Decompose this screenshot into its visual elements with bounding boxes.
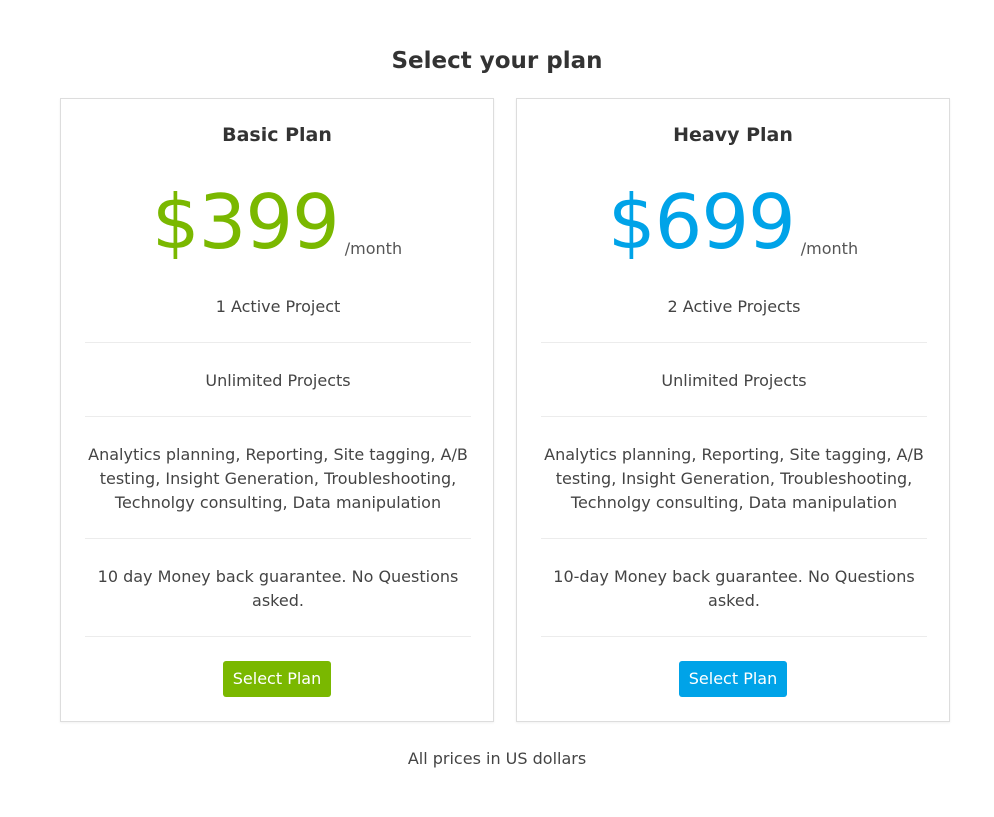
plan-price: $699: [607, 178, 796, 266]
select-heavy-plan-button[interactable]: Select Plan: [679, 661, 787, 697]
price-row: $699 /month: [517, 177, 949, 267]
divider: [85, 342, 471, 343]
plan-name: Heavy Plan: [673, 124, 793, 146]
feature-guarantee: 10-day Money back guarantee. No Question…: [553, 567, 915, 610]
plan-card-heavy: Heavy Plan $699 /month 2 Active Projects…: [516, 98, 950, 722]
feature-active-projects: 2 Active Projects: [667, 297, 801, 316]
feature-guarantee: 10 day Money back guarantee. No Question…: [97, 567, 459, 610]
feature-active-projects: 1 Active Project: [215, 297, 341, 316]
divider: [85, 636, 471, 637]
divider: [541, 538, 927, 539]
feature-services: Analytics planning, Reporting, Site tagg…: [544, 445, 924, 512]
price-row: $399 /month: [61, 177, 493, 267]
feature-unlimited-projects: Unlimited Projects: [661, 371, 807, 390]
page-title: Select your plan: [391, 48, 603, 74]
price-period: /month: [800, 239, 859, 258]
currency-footnote: All prices in US dollars: [407, 749, 587, 768]
price-period: /month: [344, 239, 403, 258]
select-basic-plan-button[interactable]: Select Plan: [223, 661, 331, 697]
divider: [85, 538, 471, 539]
feature-services: Analytics planning, Reporting, Site tagg…: [88, 445, 468, 512]
plan-card-basic: Basic Plan $399 /month 1 Active Project …: [60, 98, 494, 722]
divider: [541, 342, 927, 343]
divider: [541, 636, 927, 637]
divider: [541, 416, 927, 417]
plan-name: Basic Plan: [222, 124, 332, 146]
divider: [85, 416, 471, 417]
feature-unlimited-projects: Unlimited Projects: [205, 371, 351, 390]
plan-price: $399: [151, 178, 340, 266]
